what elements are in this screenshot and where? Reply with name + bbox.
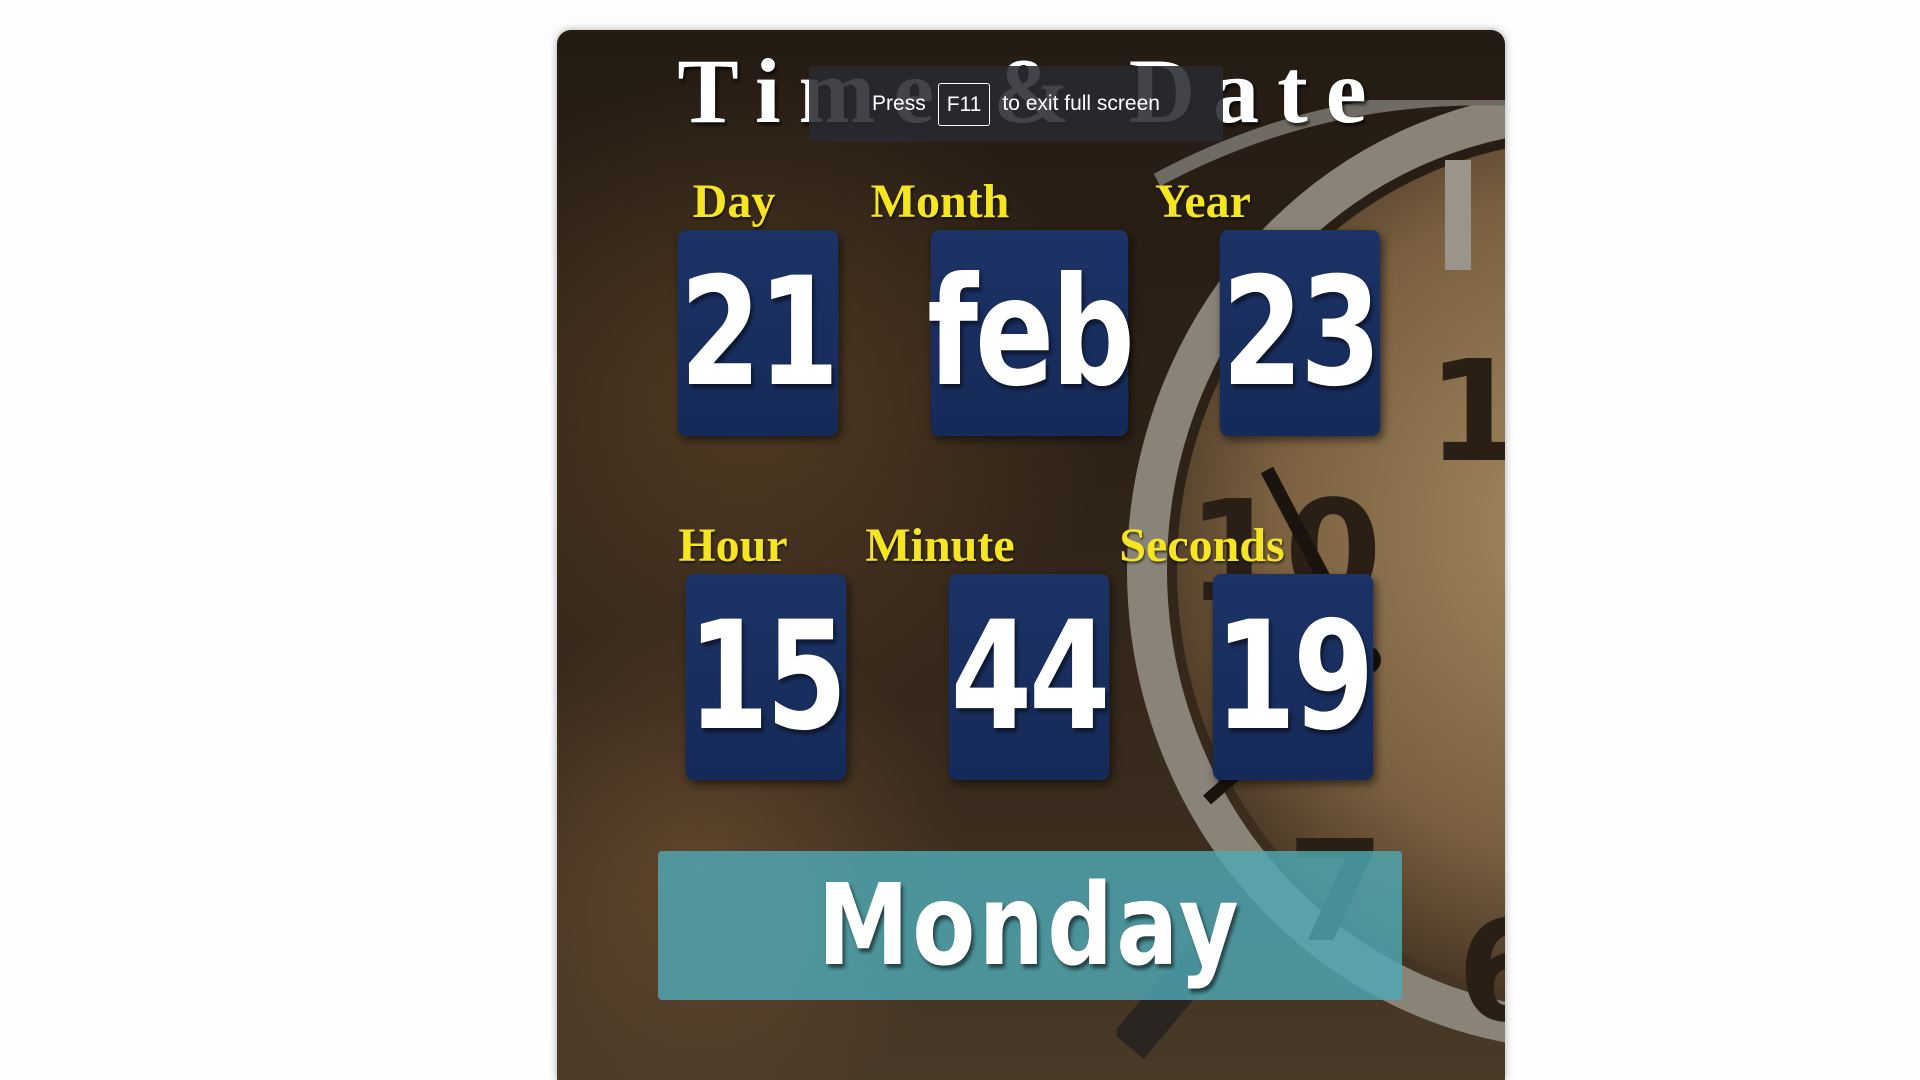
hour-value: 15 <box>687 590 848 764</box>
seconds-tile: 19 <box>1212 574 1375 780</box>
day-tile: 21 <box>677 230 840 436</box>
year-value: 23 <box>1221 246 1382 420</box>
day-label: Day <box>692 175 776 228</box>
seconds-value: 19 <box>1214 590 1375 764</box>
svg-text:6: 6 <box>1457 891 1505 1054</box>
svg-text:12: 12 <box>1427 331 1505 494</box>
hour-label: Hour <box>678 519 788 572</box>
fullscreen-notice: Press F11 to exit full screen <box>809 66 1223 142</box>
month-label: Month <box>870 175 1010 228</box>
year-tile: 23 <box>1219 230 1382 436</box>
fullscreen-notice-prefix: Press <box>872 92 926 115</box>
seconds-label: Seconds <box>1119 519 1285 572</box>
f11-key-badge: F11 <box>937 82 991 126</box>
weekday-bar: Monday <box>658 851 1402 1000</box>
day-value: 21 <box>679 246 840 420</box>
year-label: Year <box>1155 175 1251 228</box>
month-tile: feb <box>927 230 1135 436</box>
weekday-value: Monday <box>817 860 1243 991</box>
hour-tile: 15 <box>685 574 848 780</box>
fullscreen-notice-suffix: to exit full screen <box>1002 92 1160 115</box>
minute-label: Minute <box>865 519 1015 572</box>
minute-value: 44 <box>950 590 1111 764</box>
month-value: feb <box>927 246 1135 420</box>
minute-tile: 44 <box>948 574 1111 780</box>
clock-panel: 12 10 7 6 Time & Date Press F11 to exit … <box>557 30 1505 1080</box>
